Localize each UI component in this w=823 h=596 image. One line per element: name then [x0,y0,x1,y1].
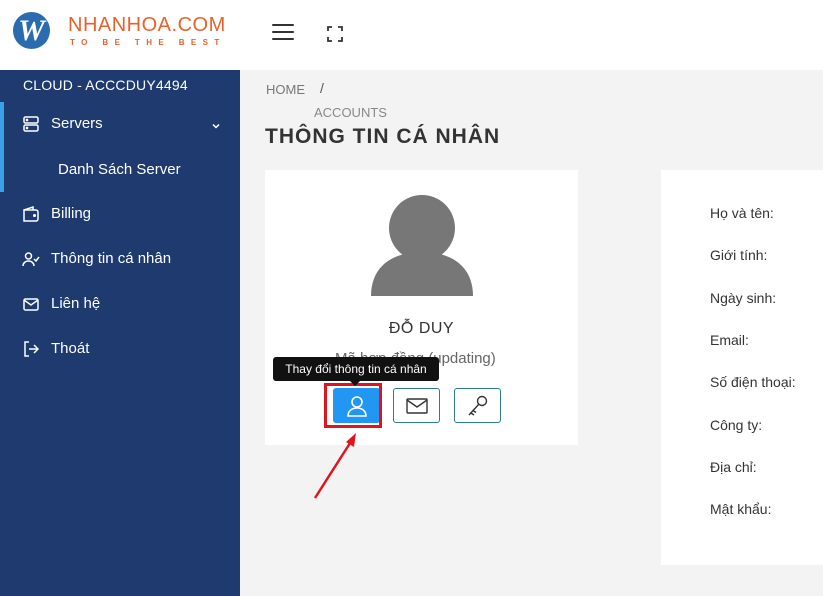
hamburger-icon[interactable] [272,24,294,42]
change-password-button[interactable] [454,388,501,423]
sidebar: CLOUD - ACCCDUY4494 Servers Danh Sách Se… [0,70,240,596]
sidebar-item-label: Liên hệ [51,295,101,312]
key-icon [468,395,488,416]
sidebar-item-label: Servers [51,115,103,132]
label-fullname: Họ và tên: [710,205,774,221]
wallet-icon [22,205,40,223]
top-header: W NHANHOA.COM TO BE THE BEST [0,0,823,70]
sidebar-item-profile[interactable]: Thông tin cá nhân [0,241,240,277]
page-title: THÔNG TIN CÁ NHÂN [265,125,501,148]
brand-name[interactable]: NHANHOA.COM [68,14,226,37]
tooltip-arrow [350,381,360,386]
fullscreen-icon[interactable] [326,25,344,43]
logout-icon [22,340,40,358]
sidebar-item-label: Billing [51,205,92,222]
chevron-down-icon[interactable] [211,118,221,129]
server-icon [22,115,40,133]
sidebar-subitem-server-list[interactable]: Danh Sách Server [58,161,181,178]
breadcrumb-separator: / [320,80,324,96]
sidebar-item-label: Thoát [51,340,90,357]
user-check-icon [22,250,40,268]
label-phone: Số điện thoại: [710,374,796,390]
avatar-icon [367,194,477,296]
breadcrumb-home[interactable]: HOME [266,82,305,97]
info-card: Họ và tên: Giới tính: Ngày sinh: Email: … [661,170,823,565]
mail-icon [22,295,40,313]
profile-name: ĐỖ DUY [388,320,455,337]
label-company: Công ty: [710,417,763,433]
label-email: Email: [710,332,749,348]
breadcrumb-current: ACCOUNTS [314,105,387,120]
envelope-icon [406,398,428,414]
sidebar-item-servers[interactable]: Servers [0,106,240,142]
profile-card: ĐỖ DUY Mã hợp đồng (updating) [265,170,578,445]
highlight-box [324,383,382,428]
sidebar-item-label: Thông tin cá nhân [51,250,172,267]
logo-icon[interactable]: W [13,12,50,49]
account-name: CLOUD - ACCCDUY4494 [23,77,188,93]
label-gender: Giới tính: [710,247,768,263]
sidebar-item-billing[interactable]: Billing [0,196,240,232]
label-birthday: Ngày sinh: [710,290,777,306]
brand-tagline: TO BE THE BEST [70,38,226,47]
sidebar-item-logout[interactable]: Thoát [0,331,240,367]
label-address: Địa chỉ: [710,459,757,475]
email-button[interactable] [393,388,440,423]
label-password: Mật khẩu: [710,501,772,517]
annotation-arrow-icon [310,430,360,502]
tooltip: Thay đổi thông tin cá nhân [273,357,439,381]
sidebar-item-contact[interactable]: Liên hệ [0,286,240,322]
